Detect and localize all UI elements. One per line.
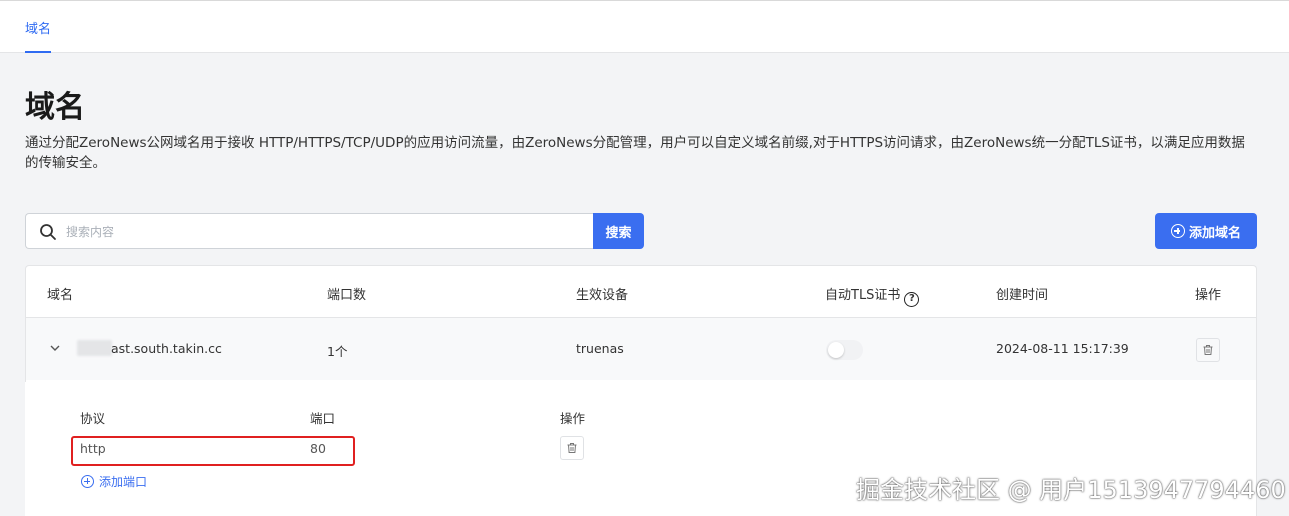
header-auto-tls: 自动TLS证书? bbox=[825, 284, 920, 307]
header-domain: 域名 bbox=[47, 288, 74, 303]
table-header: 域名 端口数 生效设备 自动TLS证书? 创建时间 操作 bbox=[26, 266, 1256, 318]
ports-header-port: 端口 bbox=[310, 411, 336, 426]
search-button[interactable]: 搜索 bbox=[593, 213, 644, 249]
add-port-label: 添加端口 bbox=[99, 475, 148, 489]
add-port-link[interactable]: 添加端口 bbox=[81, 473, 147, 490]
trash-icon bbox=[1203, 345, 1213, 355]
search-box bbox=[25, 213, 594, 249]
tab-domains[interactable]: 域名 bbox=[25, 18, 51, 37]
port-number: 80 bbox=[310, 441, 326, 456]
add-domain-button[interactable]: 添加域名 bbox=[1155, 213, 1257, 249]
search-icon bbox=[40, 224, 56, 240]
ports-header-protocol: 协议 bbox=[80, 411, 106, 426]
row-created: 2024-08-11 15:17:39 bbox=[996, 341, 1129, 356]
table-row: ast.south.takin.cc 1个 truenas 2024-08-11… bbox=[26, 318, 1256, 380]
help-icon[interactable]: ? bbox=[904, 292, 920, 307]
auto-tls-toggle[interactable] bbox=[826, 340, 863, 360]
row-port-count: 1个 bbox=[327, 344, 348, 359]
add-domain-label: 添加域名 bbox=[1188, 225, 1241, 241]
plus-circle-icon bbox=[81, 475, 94, 488]
header-created: 创建时间 bbox=[996, 288, 1049, 303]
header-actions: 操作 bbox=[1195, 288, 1222, 303]
trash-icon bbox=[567, 443, 577, 453]
row-device: truenas bbox=[576, 341, 624, 356]
top-nav: 域名 bbox=[0, 0, 1289, 53]
header-port-count: 端口数 bbox=[327, 288, 367, 303]
delete-port-button[interactable] bbox=[560, 436, 584, 460]
page-description: 通过分配ZeroNews公网域名用于接收 HTTP/HTTPS/TCP/UDP的… bbox=[25, 135, 1245, 171]
row-domain: ast.south.takin.cc bbox=[111, 341, 222, 356]
chevron-down-icon[interactable] bbox=[50, 343, 60, 353]
toggle-knob bbox=[828, 342, 844, 358]
watermark: 掘金技术社区 @ 用户1513947794460 bbox=[856, 476, 1286, 504]
header-device: 生效设备 bbox=[576, 288, 629, 303]
redacted-prefix bbox=[77, 340, 112, 356]
header-auto-tls-label: 自动TLS证书 bbox=[825, 288, 901, 303]
port-protocol: http bbox=[80, 441, 106, 456]
active-tab-indicator bbox=[25, 51, 51, 53]
delete-domain-button[interactable] bbox=[1196, 338, 1220, 362]
search-input[interactable] bbox=[66, 221, 576, 243]
page-title: 域名 bbox=[25, 90, 85, 125]
plus-circle-icon bbox=[1170, 224, 1185, 238]
ports-header-actions: 操作 bbox=[560, 411, 586, 426]
